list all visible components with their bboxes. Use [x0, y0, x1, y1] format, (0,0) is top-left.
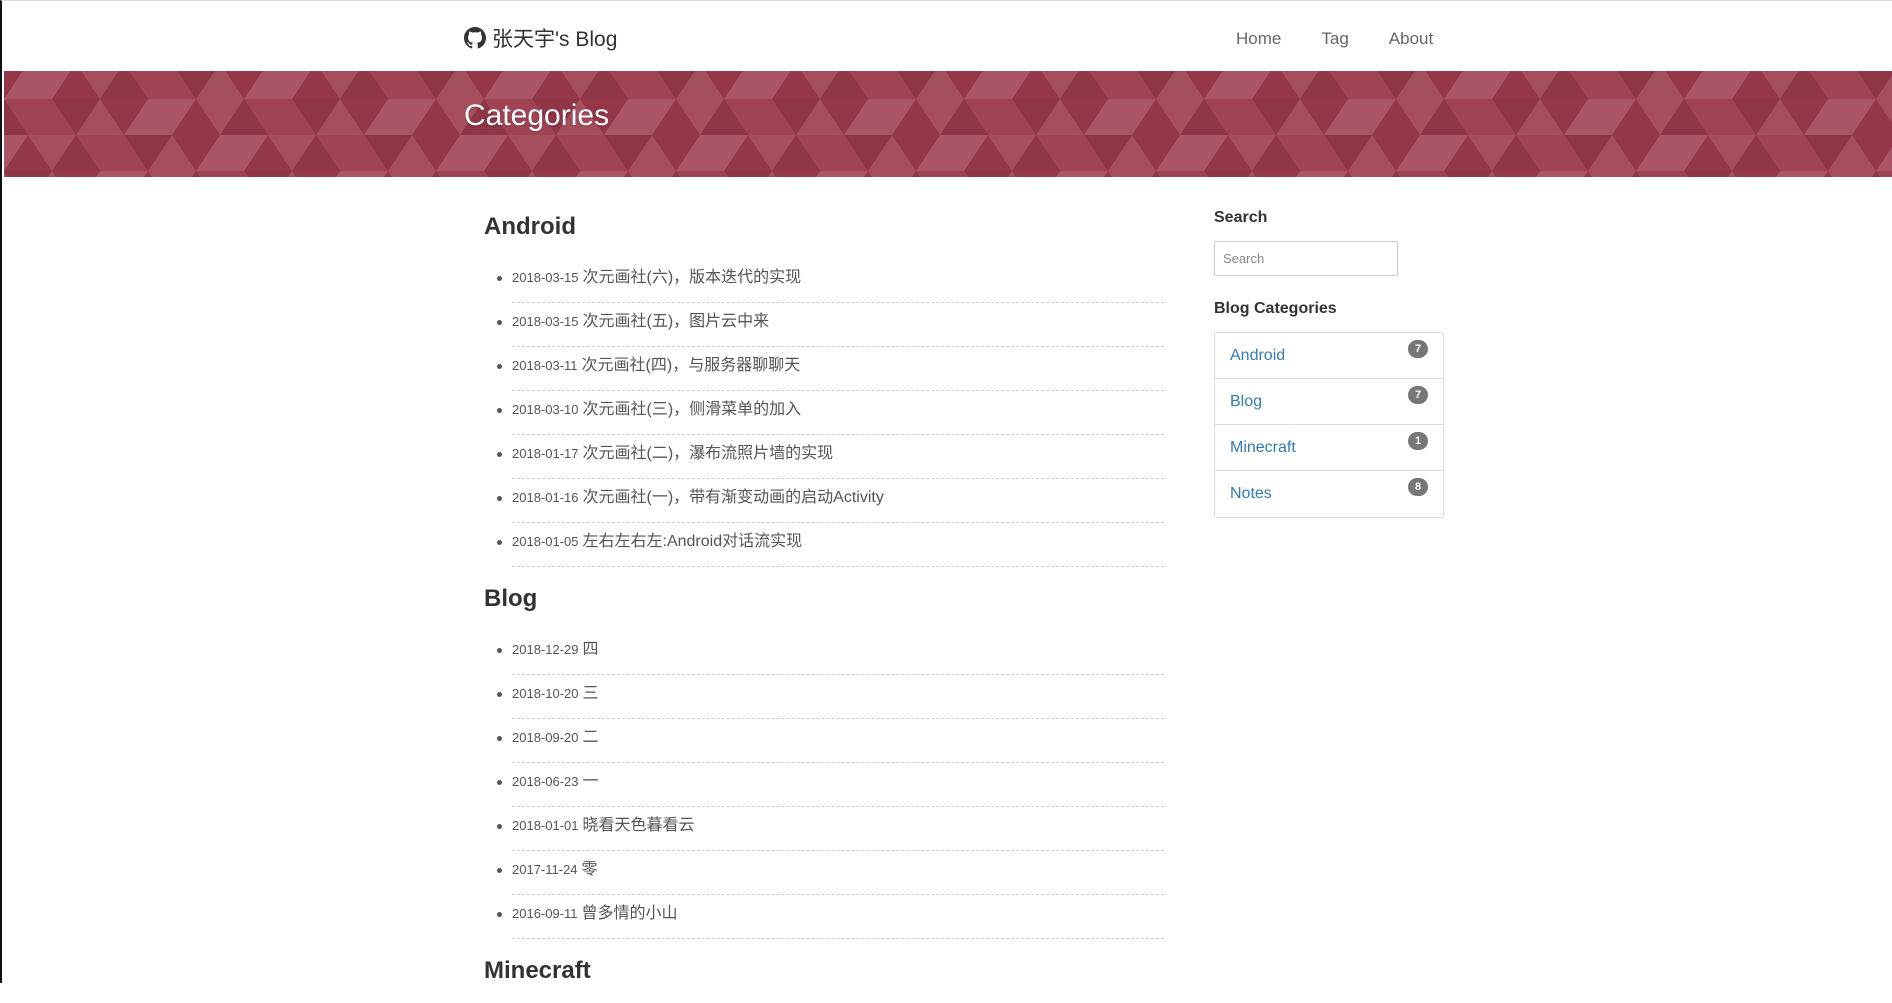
post-date: 2018-12-29 — [512, 642, 579, 657]
post-link[interactable]: 次元画社(四)，与服务器聊聊天 — [582, 357, 801, 374]
post-date: 2018-06-23 — [512, 774, 579, 789]
post-date: 2016-09-11 — [512, 906, 578, 921]
category-section-minecraft: Minecraft — [484, 957, 1164, 985]
category-link[interactable]: Minecraft — [1230, 439, 1296, 457]
post-link[interactable]: 次元画社(六)，版本迭代的实现 — [583, 269, 802, 286]
post-item: 2018-03-11 次元画社(四)，与服务器聊聊天 — [497, 347, 1164, 391]
post-date: 2018-03-15 — [512, 270, 579, 285]
post-item: 2018-03-10 次元画社(三)，侧滑菜单的加入 — [497, 391, 1164, 435]
post-link[interactable]: 三 — [583, 685, 599, 702]
sidebar-category-android[interactable]: Android 7 — [1215, 333, 1443, 379]
sidebar-category-notes[interactable]: Notes 8 — [1215, 471, 1443, 517]
post-item: 2018-01-01 晓看天色暮看云 — [497, 807, 1164, 851]
post-link[interactable]: 四 — [583, 641, 599, 658]
post-item: 2018-12-29 四 — [497, 631, 1164, 675]
post-item: 2018-01-05 左右左右左:Android对话流实现 — [497, 523, 1164, 567]
post-date: 2018-01-01 — [512, 818, 579, 833]
category-heading: Blog — [484, 585, 538, 612]
post-item: 2018-06-23 一 — [497, 763, 1164, 807]
post-date: 2018-01-17 — [512, 446, 579, 461]
nav-about[interactable]: About — [1389, 29, 1433, 49]
count-badge: 7 — [1408, 339, 1428, 358]
search-heading: Search — [1214, 209, 1268, 226]
post-item: 2018-01-16 次元画社(一)，带有渐变动画的启动Activity — [497, 479, 1164, 523]
post-date: 2018-03-11 — [512, 358, 578, 373]
count-badge: 8 — [1408, 478, 1428, 496]
post-date: 2018-10-20 — [512, 686, 579, 701]
post-link[interactable]: 次元画社(一)，带有渐变动画的启动Activity — [583, 489, 884, 506]
post-link[interactable]: 曾多情的小山 — [582, 905, 678, 922]
post-item: 2018-09-20 二 — [497, 719, 1164, 763]
post-link[interactable]: 晓看天色暮看云 — [583, 817, 695, 834]
post-link[interactable]: 二 — [583, 729, 599, 746]
post-item: 2016-09-11 曾多情的小山 — [497, 895, 1164, 939]
category-link[interactable]: Blog — [1230, 393, 1262, 411]
count-badge: 7 — [1408, 385, 1428, 404]
count-badge: 1 — [1408, 431, 1428, 450]
github-icon — [464, 27, 486, 49]
nav-home[interactable]: Home — [1236, 29, 1281, 49]
sidebar-category-blog[interactable]: Blog 7 — [1215, 379, 1443, 425]
post-link[interactable]: 一 — [583, 773, 599, 790]
post-item: 2018-01-17 次元画社(二)，瀑布流照片墙的实现 — [497, 435, 1164, 479]
category-link[interactable]: Notes — [1230, 485, 1272, 503]
brand-link[interactable]: 张天宇's Blog — [464, 23, 617, 53]
banner-pattern — [4, 71, 1892, 177]
post-link[interactable]: 次元画社(三)，侧滑菜单的加入 — [583, 401, 802, 418]
category-heading: Android — [484, 213, 576, 240]
sidebar-category-minecraft[interactable]: Minecraft 1 — [1215, 425, 1443, 471]
post-item: 2018-03-15 次元画社(六)，版本迭代的实现 — [497, 259, 1164, 303]
category-sidebar-list: Android 7 Blog 7 Minecraft 1 Notes 8 — [1214, 332, 1444, 518]
post-link[interactable]: 次元画社(五)，图片云中来 — [583, 313, 770, 330]
post-date: 2018-03-15 — [512, 314, 579, 329]
post-item: 2018-10-20 三 — [497, 675, 1164, 719]
page-frame: 张天宇's Blog Home Tag About Categories And… — [0, 0, 1892, 984]
category-section-blog: Blog 2018-12-29 四 2018-10-20 三 2018-09-20 二… — [484, 585, 1164, 939]
post-date: 2018-01-05 — [512, 534, 579, 549]
header-banner: Categories — [4, 71, 1892, 177]
post-date: 2018-09-20 — [512, 730, 579, 745]
nav-links: Home Tag About — [1236, 29, 1473, 49]
nav-tag[interactable]: Tag — [1321, 29, 1348, 49]
post-date: 2018-01-16 — [512, 490, 579, 505]
post-item: 2018-03-15 次元画社(五)，图片云中来 — [497, 303, 1164, 347]
categories-heading: Blog Categories — [1214, 300, 1337, 317]
category-link[interactable]: Android — [1230, 347, 1285, 365]
post-link[interactable]: 左右左右左:Android对话流实现 — [583, 533, 803, 550]
category-section-android: Android 2018-03-15 次元画社(六)，版本迭代的实现 2018-0… — [484, 213, 1164, 567]
post-date: 2018-03-10 — [512, 402, 579, 417]
post-list: 2018-12-29 四 2018-10-20 三 2018-09-20 二 2018… — [484, 631, 1164, 939]
post-link[interactable]: 零 — [582, 861, 598, 878]
brand-text: 张天宇's Blog — [492, 28, 618, 51]
category-list: Android 2018-03-15 次元画社(六)，版本迭代的实现 2018-0… — [484, 213, 1164, 1003]
sidebar: Search Blog Categories Android 7 Blog 7 … — [1214, 209, 1446, 518]
post-item: 2017-11-24 零 — [497, 851, 1164, 895]
category-heading: Minecraft — [484, 957, 591, 984]
page-title: Categories — [464, 99, 610, 132]
post-link[interactable]: 次元画社(二)，瀑布流照片墙的实现 — [583, 445, 834, 462]
post-date: 2017-11-24 — [512, 862, 578, 877]
search-input[interactable] — [1214, 241, 1398, 276]
navbar: 张天宇's Blog Home Tag About — [4, 1, 1892, 71]
post-list: 2018-03-15 次元画社(六)，版本迭代的实现 2018-03-15 次元画社… — [484, 259, 1164, 567]
